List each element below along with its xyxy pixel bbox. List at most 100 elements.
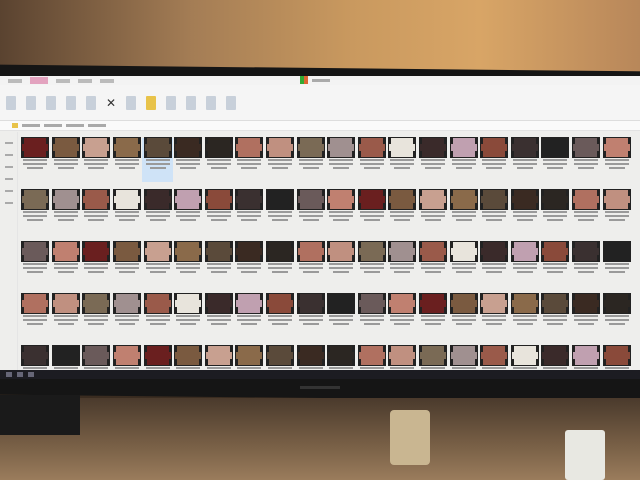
video-file-item[interactable] — [51, 189, 82, 234]
video-file-item[interactable] — [51, 137, 82, 182]
breadcrumb-item[interactable] — [22, 124, 40, 127]
taskbar-app[interactable] — [28, 372, 34, 377]
video-file-item[interactable] — [204, 137, 235, 182]
video-file-item[interactable] — [326, 241, 357, 286]
video-file-item[interactable] — [510, 293, 541, 338]
video-file-item[interactable] — [81, 345, 112, 372]
video-file-item[interactable] — [571, 137, 602, 182]
move-to-button[interactable] — [66, 95, 76, 110]
video-file-item[interactable] — [357, 189, 388, 234]
video-file-item[interactable] — [142, 241, 173, 286]
video-file-item[interactable] — [540, 345, 571, 372]
video-file-item[interactable] — [204, 345, 235, 372]
nav-item[interactable] — [5, 142, 13, 144]
video-file-item[interactable] — [479, 293, 510, 338]
video-file-item[interactable] — [295, 241, 326, 286]
video-file-item[interactable] — [326, 137, 357, 182]
tab-file[interactable] — [8, 78, 22, 83]
video-file-item[interactable] — [142, 345, 173, 372]
breadcrumb-item[interactable] — [66, 124, 84, 127]
tab-manage[interactable] — [30, 77, 48, 84]
video-file-item[interactable] — [418, 137, 449, 182]
video-file-item[interactable] — [112, 345, 143, 372]
video-file-item[interactable] — [234, 241, 265, 286]
nav-item[interactable] — [5, 202, 13, 204]
nav-item[interactable] — [5, 178, 13, 180]
video-file-item[interactable] — [479, 189, 510, 234]
video-file-item[interactable] — [20, 345, 51, 372]
video-file-item[interactable] — [204, 293, 235, 338]
paste-button[interactable] — [46, 95, 56, 110]
video-file-item[interactable] — [173, 137, 204, 182]
video-file-item[interactable] — [173, 345, 204, 372]
tab-home[interactable] — [56, 78, 70, 83]
video-file-item[interactable] — [601, 189, 632, 234]
copy-button[interactable] — [26, 95, 36, 110]
video-file-item[interactable] — [418, 345, 449, 372]
video-file-item[interactable] — [204, 189, 235, 234]
video-file-item[interactable] — [571, 293, 602, 338]
video-file-item[interactable] — [20, 241, 51, 286]
video-file-item[interactable] — [234, 189, 265, 234]
video-file-item[interactable] — [51, 241, 82, 286]
video-file-item[interactable] — [510, 345, 541, 372]
video-file-item[interactable] — [20, 189, 51, 234]
video-file-item[interactable] — [112, 241, 143, 286]
video-file-item[interactable] — [112, 137, 143, 182]
video-file-item[interactable] — [479, 137, 510, 182]
open-button[interactable] — [206, 95, 217, 110]
video-file-item[interactable] — [234, 293, 265, 338]
taskbar-app[interactable] — [17, 372, 23, 377]
video-file-item[interactable] — [112, 293, 143, 338]
video-file-item[interactable] — [295, 189, 326, 234]
video-file-item[interactable] — [540, 241, 571, 286]
video-file-item[interactable] — [234, 137, 265, 182]
video-file-item[interactable] — [601, 293, 632, 338]
video-file-item[interactable] — [326, 293, 357, 338]
properties-button[interactable] — [186, 95, 197, 110]
video-file-item[interactable] — [142, 293, 173, 338]
video-file-item[interactable] — [173, 241, 204, 286]
video-file-item[interactable] — [142, 137, 173, 182]
video-file-item[interactable] — [357, 345, 388, 372]
nav-item[interactable] — [5, 154, 13, 156]
video-file-item[interactable] — [265, 137, 296, 182]
tab-view[interactable] — [100, 78, 114, 83]
video-file-item[interactable] — [357, 293, 388, 338]
video-file-item[interactable] — [20, 293, 51, 338]
nav-item[interactable] — [5, 166, 13, 168]
video-file-item[interactable] — [571, 345, 602, 372]
video-file-item[interactable] — [448, 345, 479, 372]
video-file-item[interactable] — [448, 241, 479, 286]
video-file-item[interactable] — [295, 137, 326, 182]
select-all-button[interactable] — [226, 95, 237, 110]
video-file-item[interactable] — [173, 189, 204, 234]
breadcrumb-item[interactable] — [44, 124, 62, 127]
video-file-item[interactable] — [418, 293, 449, 338]
video-file-item[interactable] — [601, 241, 632, 286]
pin-button[interactable] — [6, 95, 16, 110]
video-file-item[interactable] — [571, 189, 602, 234]
video-file-item[interactable] — [357, 241, 388, 286]
video-file-item[interactable] — [510, 241, 541, 286]
video-file-item[interactable] — [265, 189, 296, 234]
video-file-item[interactable] — [81, 189, 112, 234]
video-file-item[interactable] — [601, 345, 632, 372]
address-bar[interactable] — [0, 121, 640, 131]
video-file-item[interactable] — [387, 345, 418, 372]
video-file-item[interactable] — [204, 241, 235, 286]
new-item-button[interactable] — [166, 95, 177, 110]
video-file-item[interactable] — [418, 189, 449, 234]
video-file-item[interactable] — [387, 293, 418, 338]
video-file-item[interactable] — [540, 189, 571, 234]
video-file-item[interactable] — [142, 189, 173, 234]
video-file-item[interactable] — [540, 137, 571, 182]
tab-share[interactable] — [78, 78, 92, 83]
delete-icon[interactable]: ✕ — [106, 96, 116, 110]
video-file-item[interactable] — [326, 345, 357, 372]
video-file-item[interactable] — [357, 137, 388, 182]
video-file-item[interactable] — [387, 241, 418, 286]
video-file-item[interactable] — [51, 345, 82, 372]
video-file-item[interactable] — [326, 189, 357, 234]
video-file-item[interactable] — [540, 293, 571, 338]
